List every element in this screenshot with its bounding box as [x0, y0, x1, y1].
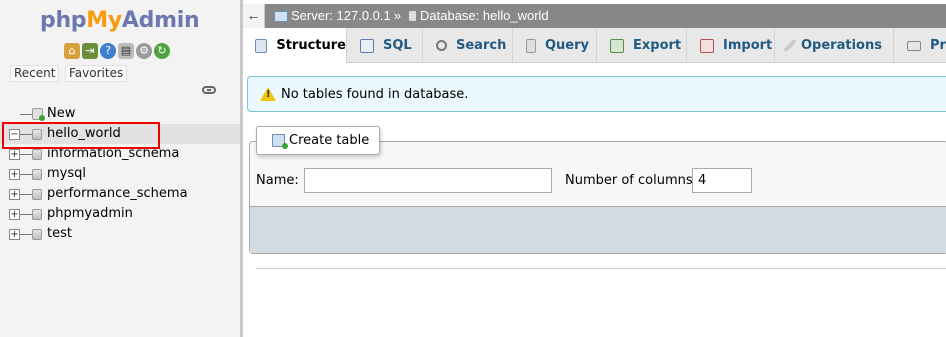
- tab-export[interactable]: Export: [598, 28, 687, 63]
- tree-connector: [20, 174, 32, 175]
- fieldset-footer: [250, 206, 946, 253]
- tree-item-new[interactable]: New: [0, 104, 240, 124]
- help-icon[interactable]: ?: [100, 43, 116, 59]
- tab-label: Export: [633, 38, 682, 53]
- privileges-icon: [907, 40, 921, 51]
- settings-icon[interactable]: ⚙: [136, 43, 152, 59]
- table-name-label: Name:: [256, 173, 299, 188]
- tab-label: Query: [545, 38, 590, 53]
- database-icon: [32, 229, 42, 240]
- database-icon: [32, 169, 42, 180]
- tree-item-label[interactable]: mysql: [47, 166, 86, 181]
- database-icon: [32, 149, 42, 160]
- notice-text: No tables found in database.: [281, 86, 469, 102]
- breadcrumb: ← Server: 127.0.0.1 » Database: hello_wo…: [243, 4, 946, 28]
- database-icon: [32, 189, 42, 200]
- divider: [256, 268, 946, 269]
- tree-item-mysql[interactable]: + mysql: [0, 164, 240, 184]
- link-icon[interactable]: [202, 86, 216, 94]
- columns-count-input[interactable]: [692, 168, 752, 193]
- tab-label: Search: [456, 38, 507, 53]
- tree-connector: [20, 114, 32, 115]
- logo-admin: Admin: [121, 8, 200, 33]
- navigation-panel: phpMyAdmin ⌂ ⇥ ? ▤ ⚙ ↻ Recent Favorites …: [0, 0, 240, 337]
- recent-button[interactable]: Recent: [10, 65, 60, 82]
- create-table-legend: Create table: [256, 126, 381, 155]
- logo-php: php: [40, 8, 87, 33]
- tree-item-label[interactable]: phpmyadmin: [47, 206, 133, 221]
- tab-label: Import: [723, 38, 773, 53]
- tab-search[interactable]: Search: [424, 28, 513, 63]
- table-name-input[interactable]: [304, 168, 552, 193]
- expand-icon[interactable]: +: [9, 229, 20, 240]
- exit-icon[interactable]: ⇥: [82, 43, 98, 59]
- breadcrumb-database[interactable]: Database: hello_world: [408, 4, 549, 28]
- tab-bar: Structure SQL Search Query Export Import…: [243, 28, 946, 64]
- tree-item-performance-schema[interactable]: + performance_schema: [0, 184, 240, 204]
- tab-privileges[interactable]: Pr: [895, 28, 946, 63]
- tree-item-label[interactable]: performance_schema: [47, 186, 188, 201]
- tab-label: Structure: [276, 38, 346, 53]
- no-tables-notice: No tables found in database.: [247, 76, 946, 112]
- back-arrow-icon[interactable]: ←: [243, 4, 265, 28]
- query-icon: [526, 38, 536, 53]
- tab-operations[interactable]: Operations: [776, 28, 894, 63]
- create-table-title: Create table: [289, 133, 370, 148]
- database-icon: [32, 209, 42, 220]
- breadcrumb-database-label[interactable]: Database: hello_world: [420, 4, 549, 28]
- quick-icons: ⌂ ⇥ ? ▤ ⚙ ↻: [64, 43, 170, 59]
- expand-icon[interactable]: +: [9, 189, 20, 200]
- tab-label: SQL: [383, 38, 412, 53]
- reload-icon[interactable]: ↻: [154, 43, 170, 59]
- tree-connector: [20, 194, 32, 195]
- tree-item-phpmyadmin[interactable]: + phpmyadmin: [0, 204, 240, 224]
- import-icon: [700, 38, 714, 53]
- sql-icon: [360, 38, 374, 53]
- wrench-icon: [783, 38, 797, 53]
- search-icon: [436, 40, 447, 51]
- expand-icon[interactable]: +: [9, 149, 20, 160]
- phpmyadmin-logo[interactable]: phpMyAdmin: [40, 8, 200, 33]
- docs-icon[interactable]: ▤: [118, 43, 134, 59]
- favorites-button[interactable]: Favorites: [65, 65, 128, 82]
- create-table-fieldset: [249, 141, 946, 254]
- tree-connector: [20, 214, 32, 215]
- breadcrumb-server-label[interactable]: Server: 127.0.0.1: [291, 4, 391, 28]
- tree-connector: [20, 234, 32, 235]
- tab-label: Pr: [930, 38, 946, 53]
- new-database-icon: [32, 108, 45, 121]
- expand-icon[interactable]: +: [9, 209, 20, 220]
- tab-import[interactable]: Import: [688, 28, 775, 63]
- server-icon: [274, 10, 288, 22]
- tab-label: Operations: [801, 38, 882, 53]
- tree-connector: [20, 154, 32, 155]
- tree-item-label[interactable]: test: [47, 226, 72, 241]
- create-table-icon: [272, 134, 288, 149]
- warning-icon: [260, 87, 276, 101]
- export-icon: [610, 38, 624, 53]
- logo-my: My: [86, 8, 122, 33]
- expand-icon[interactable]: +: [9, 169, 20, 180]
- database-icon: [408, 10, 417, 22]
- home-icon[interactable]: ⌂: [64, 43, 80, 59]
- tab-sql[interactable]: SQL: [348, 28, 423, 63]
- tree-item-label[interactable]: New: [47, 106, 75, 121]
- structure-icon: [255, 38, 268, 53]
- highlight-annotation: [2, 122, 160, 149]
- breadcrumb-server[interactable]: Server: 127.0.0.1 »: [274, 4, 401, 28]
- breadcrumb-separator: »: [393, 8, 401, 23]
- tab-query[interactable]: Query: [514, 28, 597, 63]
- tab-structure[interactable]: Structure: [243, 28, 347, 64]
- tree-item-test[interactable]: + test: [0, 224, 240, 244]
- columns-label: Number of columns:: [565, 173, 698, 188]
